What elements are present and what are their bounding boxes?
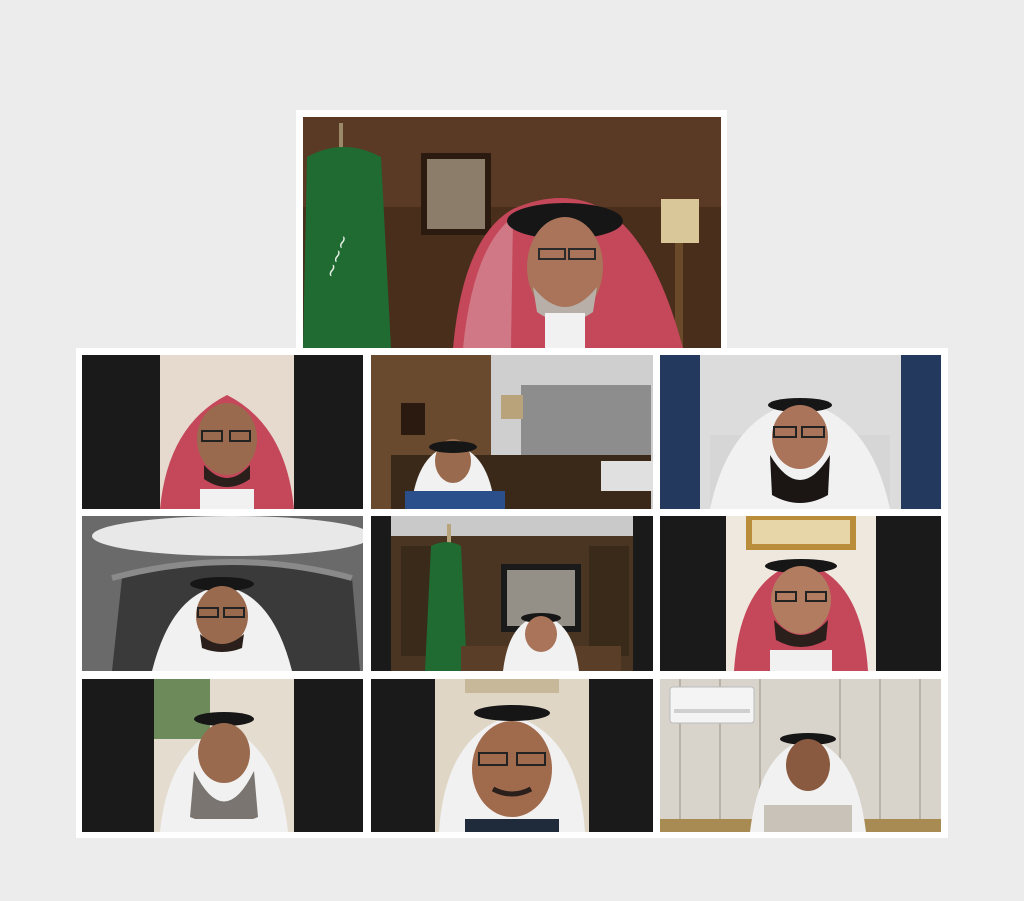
participant-tile-3[interactable]	[660, 355, 941, 509]
participant-tile-7[interactable]	[82, 679, 363, 832]
participant-tile-4[interactable]	[82, 516, 363, 671]
participant-video-feed	[82, 516, 363, 671]
participant-tile-5[interactable]	[371, 516, 653, 671]
participant-tile-8[interactable]	[371, 679, 653, 832]
participant-video-feed	[160, 355, 294, 509]
participant-tile-2[interactable]	[371, 355, 653, 509]
participant-video-feed	[391, 516, 633, 671]
participant-tile-1[interactable]	[82, 355, 363, 509]
participant-video-feed	[154, 679, 294, 832]
participant-video-feed	[371, 355, 653, 509]
speaker-video-tile[interactable]: ~~~	[303, 117, 721, 348]
participant-video-feed	[435, 679, 589, 832]
speaker-video-feed: ~~~	[303, 117, 721, 348]
participant-video-feed	[726, 516, 876, 671]
participant-video-feed	[660, 679, 941, 832]
participant-tile-6[interactable]	[660, 516, 941, 671]
participant-tile-9[interactable]	[660, 679, 941, 832]
participant-video-feed	[660, 355, 941, 509]
